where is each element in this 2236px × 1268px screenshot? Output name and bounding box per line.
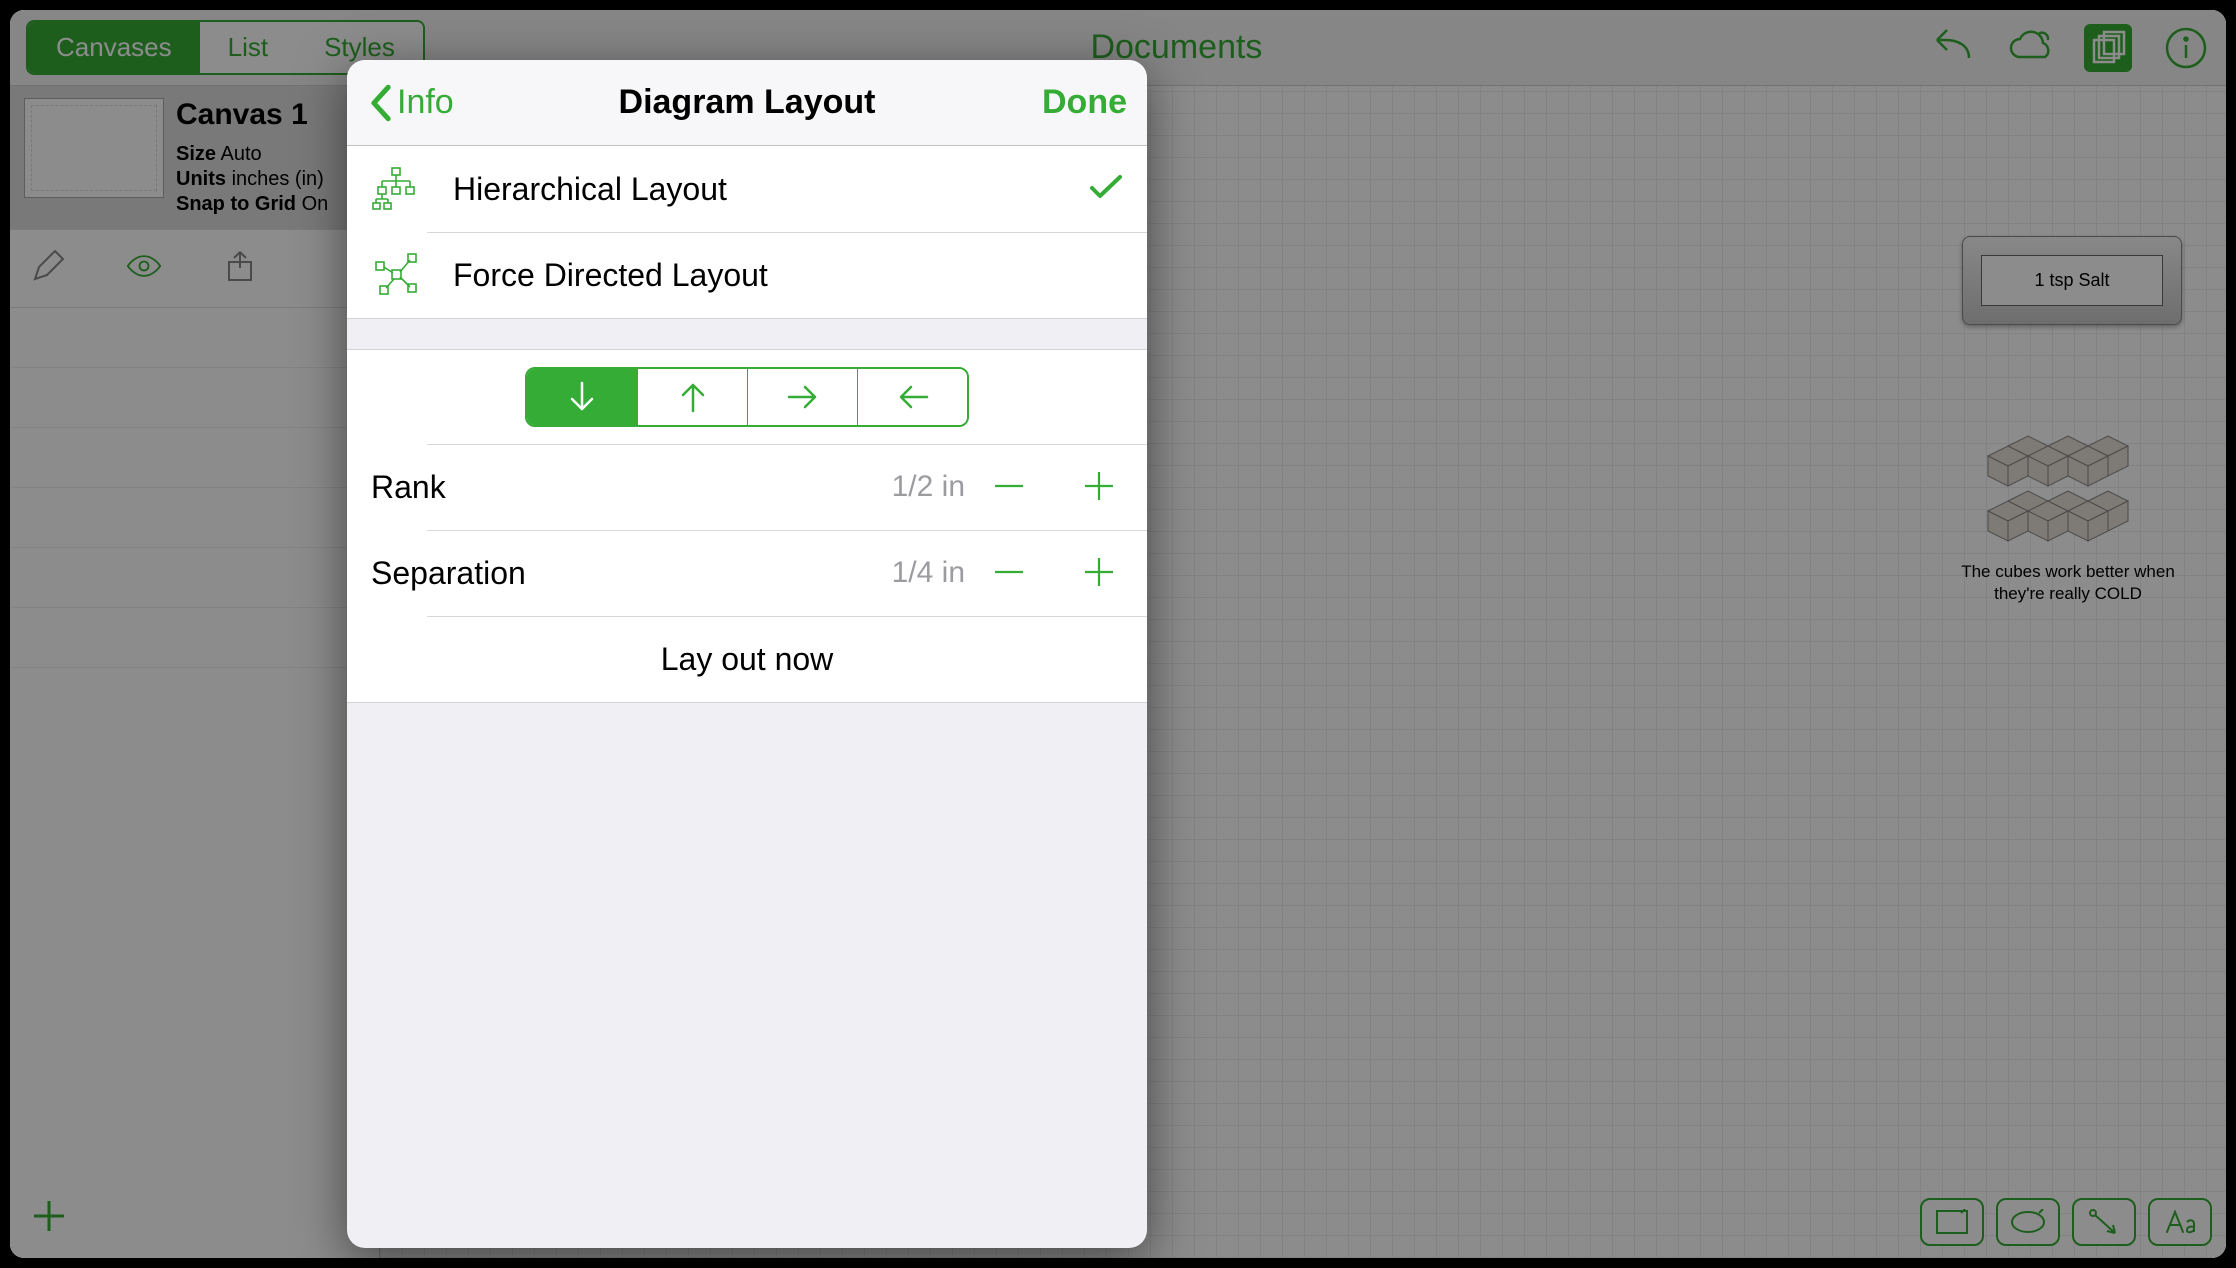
rank-label: Rank xyxy=(371,469,446,506)
tab-list[interactable]: List xyxy=(200,22,296,73)
diagram-node[interactable]: 1 tsp Salt xyxy=(1962,236,2182,325)
rank-row: Rank 1/2 in xyxy=(347,444,1147,530)
direction-down[interactable] xyxy=(527,369,637,425)
separation-row: Separation 1/4 in xyxy=(347,530,1147,616)
direction-segmented xyxy=(525,367,969,427)
canvas-list-item[interactable]: Canvas 1 Size Auto Units inches (in) Sna… xyxy=(10,86,379,230)
done-button[interactable]: Done xyxy=(1042,83,1127,122)
layout-now-row[interactable]: Lay out now xyxy=(347,616,1147,702)
canvas-meta: Size Auto xyxy=(176,142,328,167)
layout-option-force-directed[interactable]: Force Directed Layout xyxy=(347,232,1147,318)
tool-line[interactable] xyxy=(2072,1198,2136,1246)
direction-row xyxy=(347,350,1147,444)
layout-option-label: Hierarchical Layout xyxy=(453,171,727,208)
tool-rectangle[interactable] xyxy=(1920,1198,1984,1246)
layout-option-hierarchical[interactable]: Hierarchical Layout xyxy=(347,146,1147,232)
separation-decrement[interactable] xyxy=(985,548,1033,599)
canvas-sidebar: Canvas 1 Size Auto Units inches (in) Sna… xyxy=(10,86,380,1258)
rank-value: 1/2 in xyxy=(892,470,965,504)
popover-navbar: Info Diagram Layout Done xyxy=(347,60,1147,146)
tool-text[interactable] xyxy=(2148,1198,2212,1246)
tab-canvases[interactable]: Canvases xyxy=(28,22,200,73)
back-button[interactable]: Info xyxy=(367,83,454,123)
undo-icon[interactable] xyxy=(1928,24,1976,72)
force-directed-icon xyxy=(371,250,421,300)
popover-title: Diagram Layout xyxy=(347,83,1147,122)
rank-decrement[interactable] xyxy=(985,462,1033,513)
rank-increment[interactable] xyxy=(1075,462,1123,513)
canvas-meta: Units inches (in) xyxy=(176,167,328,192)
graphic-caption: The cubes work better when they're reall… xyxy=(1950,561,2186,605)
pencil-icon[interactable] xyxy=(30,248,66,289)
canvas-title: Canvas 1 xyxy=(176,98,328,132)
layout-now-label: Lay out now xyxy=(661,641,834,678)
tool-ellipse[interactable] xyxy=(1996,1198,2060,1246)
node-label: 1 tsp Salt xyxy=(1981,255,2163,306)
canvas-thumbnail xyxy=(24,98,164,198)
cloud-sync-icon[interactable] xyxy=(2006,24,2054,72)
info-icon[interactable] xyxy=(2162,24,2210,72)
separation-increment[interactable] xyxy=(1075,548,1123,599)
direction-up[interactable] xyxy=(637,369,747,425)
checkmark-icon xyxy=(1089,173,1123,206)
canvas-meta: Snap to Grid On xyxy=(176,192,328,217)
hierarchy-icon xyxy=(371,164,421,214)
direction-right[interactable] xyxy=(747,369,857,425)
layout-option-label: Force Directed Layout xyxy=(453,257,768,294)
add-canvas-button[interactable] xyxy=(30,1197,68,1240)
canvases-icon[interactable] xyxy=(2084,24,2132,72)
back-label: Info xyxy=(397,83,454,122)
eye-icon[interactable] xyxy=(126,248,162,289)
separation-label: Separation xyxy=(371,555,526,592)
separation-value: 1/4 in xyxy=(892,556,965,590)
cubes-graphic xyxy=(1968,416,2168,556)
diagram-layout-popover: Info Diagram Layout Done Hierarchical La… xyxy=(347,60,1147,1248)
share-icon[interactable] xyxy=(222,248,258,289)
sidebar-tool-row xyxy=(10,230,379,308)
shape-tool-row xyxy=(1920,1198,2212,1246)
direction-left[interactable] xyxy=(857,369,967,425)
